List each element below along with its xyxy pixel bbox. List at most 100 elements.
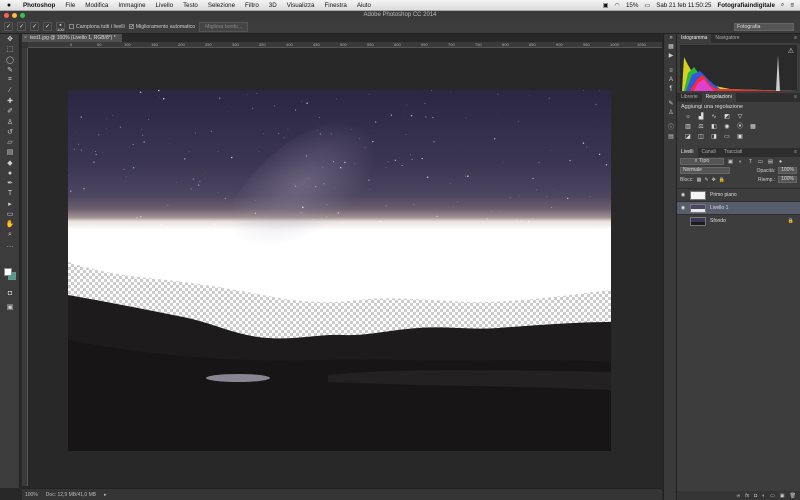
new-selection-icon[interactable]: ✓: [17, 22, 26, 31]
invert-icon[interactable]: ◪: [683, 133, 693, 141]
selective-color-icon[interactable]: ▣: [735, 133, 745, 141]
wifi-icon[interactable]: ◠: [615, 2, 620, 9]
menu-aiuto[interactable]: Aiuto: [352, 2, 376, 9]
foreground-color-swatch[interactable]: [4, 268, 12, 276]
path-selection-tool-icon[interactable]: ▸: [0, 199, 20, 209]
menubar-datetime[interactable]: Sab 21 feb 11:50:25: [656, 2, 711, 9]
vibrance-icon[interactable]: ▽: [735, 113, 745, 121]
threshold-icon[interactable]: ◨: [709, 133, 719, 141]
pen-tool-icon[interactable]: ✒: [0, 178, 20, 188]
opacity-field[interactable]: 100%: [778, 167, 797, 174]
menu-livello[interactable]: Livello: [151, 2, 179, 9]
link-layers-icon[interactable]: ∞: [737, 493, 741, 499]
tool-preset-icon[interactable]: ✓: [4, 22, 13, 31]
menu-photoshop[interactable]: Photoshop: [18, 2, 60, 9]
shape-tool-icon[interactable]: ▭: [0, 209, 20, 219]
filter-adjustment-icon[interactable]: ◐: [737, 159, 744, 165]
marquee-tool-icon[interactable]: ⬚: [0, 44, 20, 54]
hand-tool-icon[interactable]: ✋: [0, 219, 20, 229]
history-panel-icon[interactable]: ▦: [664, 43, 678, 52]
add-selection-icon[interactable]: ✓: [30, 22, 39, 31]
zoom-level[interactable]: 100%: [25, 492, 38, 498]
menubar-user[interactable]: Fotografiaindigitale: [717, 2, 774, 9]
posterize-icon[interactable]: ◫: [696, 133, 706, 141]
blend-mode-select[interactable]: Normale: [680, 167, 730, 174]
layer-name[interactable]: Livello 1: [710, 205, 728, 211]
zoom-tool-icon[interactable]: ⌕: [0, 230, 20, 240]
tab-paths[interactable]: Tracciati: [720, 148, 747, 157]
gradient-tool-icon[interactable]: ▤: [0, 147, 20, 157]
layer-row-primo-piano[interactable]: ◉ Primo piano: [677, 188, 800, 201]
layer-style-icon[interactable]: fx: [745, 493, 749, 499]
workspace-select[interactable]: Fotografia: [734, 22, 794, 31]
notification-icon[interactable]: ≡: [790, 2, 794, 9]
delete-layer-icon[interactable]: 🗑: [790, 493, 796, 499]
lasso-tool-icon[interactable]: ◯: [0, 55, 20, 65]
visibility-eye-icon[interactable]: ◉: [679, 205, 687, 211]
menu-finestra[interactable]: Finestra: [319, 2, 351, 9]
layer-row-livello-1[interactable]: ◉ Livello 1: [677, 201, 800, 214]
tab-adjustments[interactable]: Regolazioni: [701, 93, 736, 102]
channel-mixer-icon[interactable]: ⦿: [735, 123, 745, 131]
photo-filter-icon[interactable]: ◉: [722, 123, 732, 131]
layer-row-sfondo[interactable]: Sfondo 🔒: [677, 214, 800, 227]
new-group-icon[interactable]: ▭: [770, 493, 775, 499]
document-tab[interactable]: × test1.jpg @ 100% (Livello 1, RGB/8*) *: [22, 34, 122, 42]
brush-panel-icon[interactable]: ✎: [664, 100, 678, 109]
menu-testo[interactable]: Testo: [178, 2, 203, 9]
filter-type-icon[interactable]: T: [747, 159, 754, 165]
minimize-window-button[interactable]: [12, 13, 17, 18]
panel-menu-icon[interactable]: ≡: [794, 34, 800, 43]
eyedropper-tool-icon[interactable]: ∕: [0, 85, 20, 95]
close-window-button[interactable]: [4, 13, 9, 18]
tab-layers[interactable]: Livelli: [677, 148, 698, 157]
blur-tool-icon[interactable]: ◆: [0, 158, 20, 168]
spotlight-icon[interactable]: ⌕: [781, 1, 784, 9]
more-tools-icon[interactable]: …: [0, 240, 20, 250]
filter-shape-icon[interactable]: ▭: [757, 159, 764, 165]
add-mask-icon[interactable]: ◘: [754, 493, 757, 499]
tab-histogram[interactable]: Istogramma: [677, 34, 712, 43]
info-panel-icon[interactable]: ⓘ: [664, 124, 678, 133]
adjustments-menu-icon[interactable]: ≡: [794, 93, 800, 102]
subtract-selection-icon[interactable]: ✓: [43, 22, 52, 31]
document-image[interactable]: [68, 90, 611, 451]
crop-tool-icon[interactable]: ⌗: [0, 75, 20, 85]
new-adjustment-icon[interactable]: ◐: [762, 493, 765, 499]
levels-icon[interactable]: ▟: [696, 113, 706, 121]
menu-immagine[interactable]: Immagine: [113, 2, 150, 9]
clone-source-panel-icon[interactable]: ♙: [664, 109, 678, 118]
menu-visualizza[interactable]: Visualizza: [282, 2, 320, 9]
lock-all-icon[interactable]: 🔒: [719, 177, 725, 183]
filter-smart-icon[interactable]: ▤: [767, 159, 774, 165]
auto-enhance-checkbox[interactable]: ✓ Miglioramento automatico: [128, 24, 195, 30]
panel-toggle-icon[interactable]: »: [664, 34, 678, 43]
gradient-map-icon[interactable]: ▭: [722, 133, 732, 141]
healing-tool-icon[interactable]: ✚: [0, 96, 20, 106]
new-layer-icon[interactable]: ▣: [780, 493, 785, 499]
dodge-tool-icon[interactable]: ●: [0, 168, 20, 178]
layer-kind-filter[interactable]: ⌕ Tipo: [680, 158, 724, 165]
black-white-icon[interactable]: ◧: [709, 123, 719, 131]
character-panel-icon[interactable]: A: [664, 76, 678, 85]
screen-mode-icon[interactable]: ▣: [0, 302, 20, 312]
lock-transparent-icon[interactable]: ▦: [697, 177, 702, 183]
swatches-panel-icon[interactable]: ▤: [664, 133, 678, 142]
filter-pixel-icon[interactable]: ▣: [727, 159, 734, 165]
layer-name[interactable]: Primo piano: [710, 192, 737, 198]
history-brush-tool-icon[interactable]: ↺: [0, 127, 20, 137]
curves-icon[interactable]: ∿: [709, 113, 719, 121]
visibility-eye-icon[interactable]: ◉: [679, 192, 687, 198]
tab-navigator[interactable]: Navigatore: [711, 34, 743, 43]
battery-percent[interactable]: 15%: [626, 2, 638, 9]
menu-modifica[interactable]: Modifica: [80, 2, 113, 9]
refine-edge-button[interactable]: Migliora bordo...: [199, 21, 249, 32]
menu-3d[interactable]: 3D: [264, 2, 282, 9]
quick-mask-icon[interactable]: ◘: [0, 288, 20, 298]
brightness-contrast-icon[interactable]: ☼: [683, 113, 693, 121]
auto-enhance-box[interactable]: ✓: [128, 24, 134, 30]
quick-selection-tool-icon[interactable]: ✎: [0, 65, 20, 75]
layer-name[interactable]: Sfondo: [710, 218, 726, 224]
lock-position-icon[interactable]: ✥: [712, 177, 716, 183]
tab-channels[interactable]: Canali: [698, 148, 720, 157]
